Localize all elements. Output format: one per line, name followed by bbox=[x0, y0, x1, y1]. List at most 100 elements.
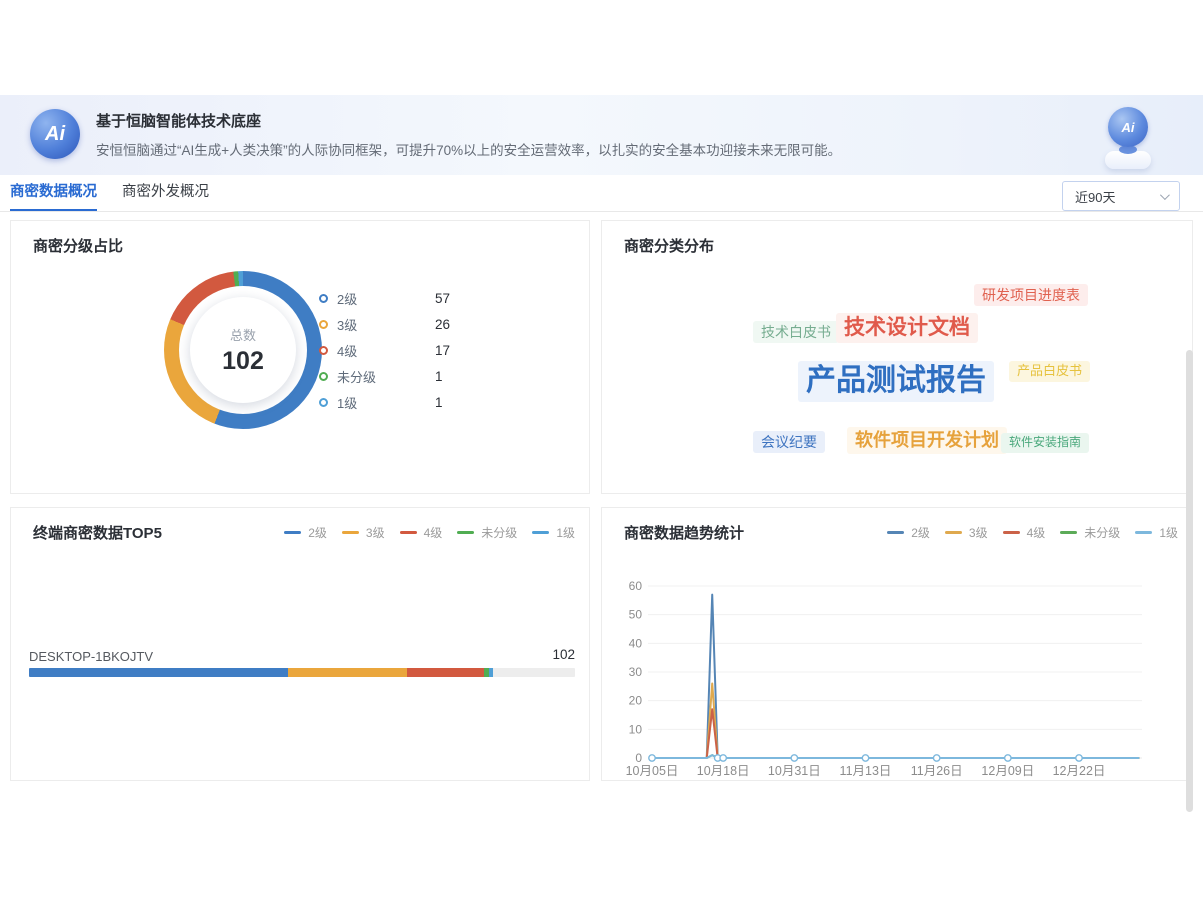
legend-label: 未分级 bbox=[337, 367, 403, 386]
legend-label: 1级 bbox=[1159, 524, 1178, 541]
top5-row-label: DESKTOP-1BKOJTV bbox=[29, 649, 153, 664]
legend-dash-icon bbox=[1003, 531, 1020, 534]
panel-top5-title: 终端商密数据TOP5 bbox=[33, 522, 162, 543]
legend-item[interactable]: 未分级 bbox=[1060, 524, 1120, 541]
donut-legend-item[interactable]: 4级 17 bbox=[319, 337, 450, 363]
legend-dash-icon bbox=[457, 531, 474, 534]
svg-text:10月31日: 10月31日 bbox=[768, 764, 821, 778]
trend-legend: 2级 3级 4级 未分级 1级 bbox=[872, 524, 1178, 541]
bar-segment bbox=[489, 668, 494, 677]
scrollbar-thumb[interactable] bbox=[1186, 350, 1193, 812]
legend-label: 2级 bbox=[911, 524, 930, 541]
donut-total-value: 102 bbox=[222, 347, 264, 376]
donut-center-label: 总数 bbox=[230, 325, 256, 344]
hero-subtitle: 安恒恒脑通过“AI生成+人类决策”的人际协同框架，可提升70%以上的安全运营效率… bbox=[96, 139, 841, 159]
legend-dash-icon bbox=[400, 531, 417, 534]
dashboard-page: Ai 基于恒脑智能体技术底座 安恒恒脑通过“AI生成+人类决策”的人际协同框架，… bbox=[0, 0, 1203, 905]
legend-label: 1级 bbox=[556, 524, 575, 541]
legend-label: 4级 bbox=[337, 341, 403, 360]
tab-business-data-overview[interactable]: 商密数据概况 bbox=[10, 175, 97, 211]
legend-ring-icon bbox=[319, 294, 328, 303]
svg-text:10月05日: 10月05日 bbox=[626, 764, 679, 778]
word-cloud-item[interactable]: 研发项目进度表 bbox=[974, 284, 1088, 306]
svg-text:10月18日: 10月18日 bbox=[697, 764, 750, 778]
svg-text:11月26日: 11月26日 bbox=[911, 764, 963, 778]
word-cloud-item[interactable]: 产品白皮书 bbox=[1009, 361, 1090, 382]
legend-dash-icon bbox=[887, 531, 904, 534]
legend-ring-icon bbox=[319, 320, 328, 329]
date-range-select[interactable]: 近90天 bbox=[1062, 181, 1180, 211]
svg-text:30: 30 bbox=[629, 665, 643, 679]
word-cloud-item[interactable]: 会议纪要 bbox=[753, 431, 825, 453]
legend-item[interactable]: 2级 bbox=[887, 524, 930, 541]
legend-ring-icon bbox=[319, 346, 328, 355]
panel-grade-title: 商密分级占比 bbox=[33, 235, 123, 256]
panel-category-distribution: 商密分类分布 研发项目进度表技术白皮书技术设计文档产品白皮书产品测试报告会议纪要… bbox=[601, 220, 1193, 494]
svg-text:11月13日: 11月13日 bbox=[840, 764, 892, 778]
legend-value: 1 bbox=[435, 369, 443, 384]
legend-dash-icon bbox=[1060, 531, 1077, 534]
donut-legend-item[interactable]: 1级1 bbox=[319, 389, 450, 415]
legend-dash-icon bbox=[532, 531, 549, 534]
donut-legend-item[interactable]: 3级26 bbox=[319, 311, 450, 337]
ai-robot-mascot-icon: Ai bbox=[1095, 105, 1161, 171]
donut-legend-item[interactable]: 2级 57 bbox=[319, 285, 450, 311]
legend-dash-icon bbox=[1135, 531, 1152, 534]
legend-ring-icon bbox=[319, 372, 328, 381]
legend-label: 1级 bbox=[337, 393, 403, 412]
legend-item[interactable]: 1级 bbox=[532, 524, 575, 541]
panel-trend-title: 商密数据趋势统计 bbox=[624, 522, 744, 543]
legend-dash-icon bbox=[342, 531, 359, 534]
panel-terminal-top5: 终端商密数据TOP5 2级 3级 4级 未分级 1级 DESKTOP-1BKOJTV 1… bbox=[10, 507, 590, 781]
bar-segment bbox=[29, 668, 288, 677]
robot-head-icon: Ai bbox=[1108, 107, 1148, 147]
top5-row-value: 102 bbox=[552, 647, 575, 662]
legend-value: 17 bbox=[435, 343, 450, 358]
svg-text:40: 40 bbox=[629, 636, 643, 650]
date-range-value: 近90天 bbox=[1075, 187, 1115, 206]
legend-item[interactable]: 1级 bbox=[1135, 524, 1178, 541]
word-cloud-item[interactable]: 产品测试报告 bbox=[798, 361, 994, 402]
legend-value: 57 bbox=[435, 291, 450, 306]
legend-label: 2级 bbox=[337, 289, 403, 308]
word-cloud-item[interactable]: 软件安装指南 bbox=[1001, 433, 1089, 453]
legend-dash-icon bbox=[945, 531, 962, 534]
trend-line-chart: 010203040506010月05日10月18日10月31日11月13日11月… bbox=[602, 548, 1194, 780]
chevron-down-icon bbox=[1160, 190, 1170, 200]
panel-grade-ratio: 商密分级占比 总数 102 2级 57 3级26 4级 17 未分级 1 1级1 bbox=[10, 220, 590, 494]
hero-title: 基于恒脑智能体技术底座 bbox=[96, 110, 261, 131]
svg-text:0: 0 bbox=[635, 751, 642, 765]
legend-item[interactable]: 3级 bbox=[342, 524, 385, 541]
legend-item[interactable]: 3级 bbox=[945, 524, 988, 541]
panel-trend-statistics: 商密数据趋势统计 2级3级4级未分级1级 010203040506010月05日… bbox=[601, 507, 1193, 781]
tab-bar: 商密数据概况 商密外发概况 近90天 bbox=[0, 175, 1203, 212]
legend-item[interactable]: 4级 bbox=[400, 524, 443, 541]
legend-label: 未分级 bbox=[1084, 524, 1120, 541]
svg-text:12月22日: 12月22日 bbox=[1053, 764, 1106, 778]
legend-label: 4级 bbox=[1027, 524, 1046, 541]
legend-dash-icon bbox=[284, 531, 301, 534]
word-cloud-item[interactable]: 技术白皮书 bbox=[753, 321, 839, 343]
svg-text:20: 20 bbox=[629, 694, 643, 708]
svg-text:10: 10 bbox=[629, 722, 643, 736]
svg-text:12月09日: 12月09日 bbox=[981, 764, 1034, 778]
legend-label: 4级 bbox=[424, 524, 443, 541]
legend-label: 3级 bbox=[337, 315, 403, 334]
svg-text:50: 50 bbox=[629, 608, 643, 622]
grade-donut-chart: 总数 102 bbox=[164, 271, 322, 429]
top5-legend: 2级 3级 4级 未分级 1级 bbox=[269, 524, 575, 541]
donut-legend: 2级 57 3级26 4级 17 未分级 1 1级1 bbox=[319, 285, 450, 415]
legend-label: 3级 bbox=[969, 524, 988, 541]
legend-item[interactable]: 2级 bbox=[284, 524, 327, 541]
hero-banner: Ai 基于恒脑智能体技术底座 安恒恒脑通过“AI生成+人类决策”的人际协同框架，… bbox=[0, 95, 1203, 175]
legend-item[interactable]: 未分级 bbox=[457, 524, 517, 541]
donut-legend-item[interactable]: 未分级 1 bbox=[319, 363, 450, 389]
panel-cloud-title: 商密分类分布 bbox=[624, 235, 714, 256]
legend-item[interactable]: 4级 bbox=[1003, 524, 1046, 541]
bar-segment bbox=[288, 668, 406, 677]
top5-stacked-bar bbox=[29, 668, 575, 677]
word-cloud-item[interactable]: 软件项目开发计划 bbox=[847, 427, 1007, 454]
word-cloud-item[interactable]: 技术设计文档 bbox=[836, 313, 978, 343]
tab-outbound-overview[interactable]: 商密外发概况 bbox=[122, 175, 209, 211]
legend-label: 未分级 bbox=[481, 524, 517, 541]
